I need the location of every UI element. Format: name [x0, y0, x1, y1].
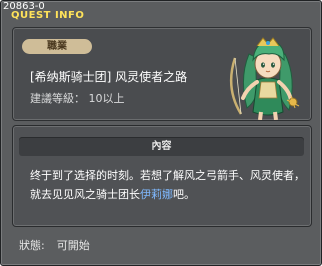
- description-panel: 內容 终于到了选择的时刻。若想了解风之弓箭手、风灵使者，就去见见风之骑士团长伊莉…: [12, 125, 312, 227]
- quest-info-window: 20863-0 QUEST INFO 職業 [希纳斯骑士团] 风灵使者之路 建議…: [0, 0, 322, 266]
- category-badge: 職業: [22, 39, 92, 54]
- npc-name-link[interactable]: 伊莉娜: [140, 188, 173, 201]
- status-value: 可開始: [56, 239, 90, 252]
- window-header[interactable]: 20863-0 QUEST INFO: [1, 1, 321, 24]
- quest-status: 狀態: 可開始: [19, 239, 90, 252]
- description-text: 终于到了选择的时刻。若想了解风之弓箭手、风灵使者，就去见见风之骑士团长伊莉娜吧。: [30, 166, 305, 204]
- description-header: 內容: [19, 137, 304, 156]
- status-label: 狀態:: [19, 239, 45, 252]
- window-title: QUEST INFO: [11, 10, 85, 21]
- npc-portrait-icon: [229, 37, 300, 120]
- quest-name: [希纳斯骑士团] 风灵使者之路: [30, 70, 188, 84]
- quest-info-panel: 職業 [希纳斯骑士团] 风灵使者之路 建議等級： 10以上: [12, 27, 312, 121]
- description-header-label: 內容: [151, 141, 172, 152]
- description-text-part2: 吧。: [173, 188, 195, 201]
- required-level: 建議等級： 10以上: [30, 92, 125, 105]
